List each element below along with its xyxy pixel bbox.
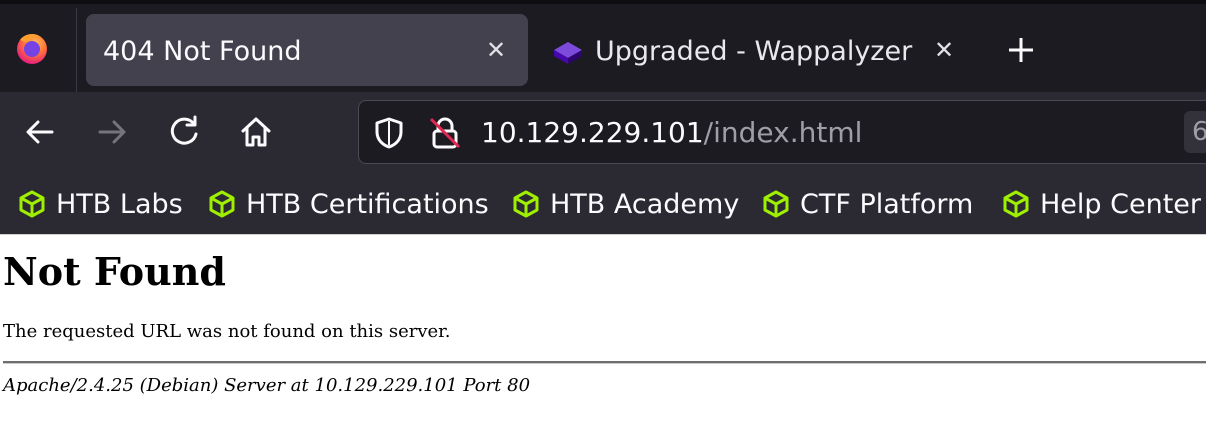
shield-icon[interactable] [371,115,407,151]
htb-cube-icon [1003,190,1029,218]
tab-wappalyzer[interactable]: Upgraded - Wappalyzer ✕ [540,14,976,86]
wappalyzer-icon [554,42,582,64]
htb-cube-icon [763,190,789,218]
firefox-logo-icon[interactable] [14,30,50,66]
url-bar[interactable]: 10.129.229.101/index.html 6 [358,100,1206,164]
reload-button[interactable] [164,112,204,152]
close-icon[interactable]: ✕ [930,36,958,64]
htb-cube-icon [513,190,539,218]
close-icon[interactable]: ✕ [482,36,510,64]
new-tab-button[interactable] [1003,32,1039,68]
tab-title: Upgraded - Wappalyzer [595,36,913,67]
page-title: Not Found [3,249,226,294]
tab-separator [76,8,77,92]
bookmark-htb-academy[interactable]: HTB Academy [511,186,739,222]
bookmark-label: HTB Certifications [246,188,489,220]
url-path: /index.html [703,116,863,149]
forward-button[interactable] [92,112,132,152]
url-text[interactable]: 10.129.229.101/index.html [481,116,862,149]
lock-insecure-icon[interactable] [427,115,463,151]
bookmark-label: Help Center [1040,188,1202,220]
bookmark-help-center[interactable]: Help Center [1001,186,1201,222]
url-host: 10.129.229.101 [481,116,704,149]
htb-cube-icon [19,190,45,218]
bookmark-label: HTB Labs [56,188,183,220]
url-zoom-badge[interactable]: 6 [1184,111,1206,153]
back-button[interactable] [20,112,60,152]
home-button[interactable] [236,112,276,152]
htb-cube-icon [209,190,235,218]
plus-icon [1009,38,1033,62]
tab-404-not-found[interactable]: 404 Not Found ✕ [86,14,528,86]
server-signature: Apache/2.4.25 (Debian) Server at 10.129.… [3,375,531,396]
bookmark-ctf-platform[interactable]: CTF Platform [761,186,973,222]
bookmark-htb-labs[interactable]: HTB Labs [17,186,183,222]
browser-window: 404 Not Found ✕ Upgraded - Wappalyzer ✕ [0,0,1206,445]
bookmarks-toolbar: HTB Labs HTB Certifications HTB Academy … [0,172,1206,234]
bookmark-htb-certifications[interactable]: HTB Certifications [207,186,489,222]
bookmark-label: HTB Academy [550,188,740,220]
tab-strip: 404 Not Found ✕ Upgraded - Wappalyzer ✕ [0,0,1206,92]
page-content: Not Found The requested URL was not foun… [0,234,1206,445]
error-message: The requested URL was not found on this … [3,321,451,342]
tab-title: 404 Not Found [103,36,302,67]
divider [3,361,1206,364]
bookmark-label: CTF Platform [800,188,974,220]
navigation-toolbar: 10.129.229.101/index.html 6 [0,92,1206,172]
